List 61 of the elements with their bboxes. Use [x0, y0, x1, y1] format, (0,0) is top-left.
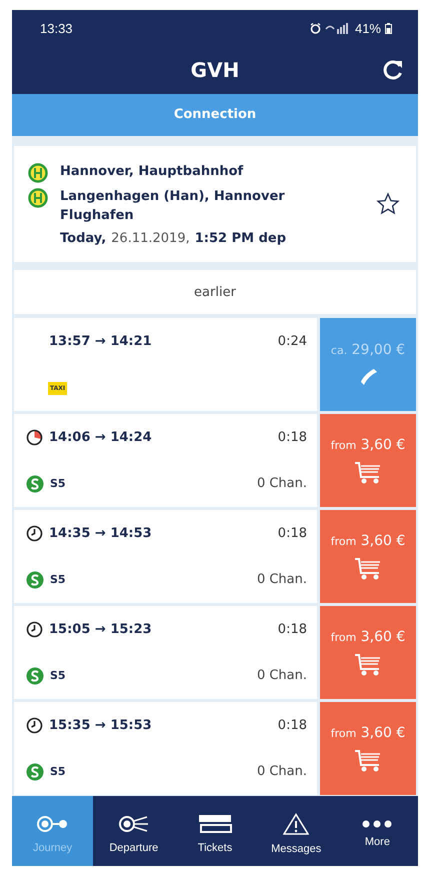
- pie-clock-icon: [26, 428, 43, 446]
- s-bahn-icon: [26, 570, 44, 588]
- bus-stop-icon: [28, 188, 48, 208]
- more-icon: [362, 820, 392, 828]
- line-number: S5: [50, 765, 66, 778]
- duration: 0:18: [278, 430, 307, 444]
- changes-count: 0 Chan.: [256, 764, 307, 779]
- line-number: S5: [50, 477, 66, 490]
- destination-stop: Langenhagen (Han), Hannover Flughafen: [60, 188, 286, 225]
- battery-percent: 41%: [354, 20, 381, 36]
- departure-arrival-time: 15:05 → 15:23: [49, 622, 152, 636]
- departure-icon: [116, 814, 151, 834]
- journey-icon: [36, 814, 70, 834]
- nav-tab[interactable]: More: [336, 796, 418, 866]
- clock-icon: [26, 716, 43, 734]
- star-icon[interactable]: [376, 192, 400, 216]
- bus-stop-icon: [28, 163, 48, 183]
- search-card[interactable]: Hannover, Hauptbahnhof Langenhagen (Han), Hannover Flughafen Today, 26.11.2019, 1:52 PM dep: [14, 146, 416, 262]
- clock-icon: [26, 524, 43, 542]
- line-number: S5: [50, 573, 66, 586]
- cart-icon: [353, 652, 383, 676]
- date-label: 26.11.2019,: [111, 231, 190, 246]
- departure-arrival-time: 15:35 → 15:53: [49, 718, 152, 732]
- day-label: Today,: [60, 231, 106, 246]
- nav-tab[interactable]: Departure: [93, 796, 174, 866]
- ticket-icon: [198, 814, 232, 834]
- departure-arrival-time: 14:35 → 14:53: [49, 526, 152, 540]
- departure-arrival-time: 13:57 → 14:21: [49, 334, 152, 350]
- s-bahn-icon: [26, 666, 44, 684]
- battery-icon: [385, 22, 392, 34]
- s-bahn-icon: [26, 762, 44, 780]
- connection-row[interactable]: 14:35 → 14:53 0:18 S5 0 Chan.: [14, 510, 317, 603]
- line-number: S5: [50, 669, 66, 682]
- s-bahn-icon: [26, 474, 44, 492]
- origin-stop: Hannover, Hauptbahnhof: [60, 163, 244, 181]
- connection-row[interactable]: 15:35 → 15:53 0:18 S5 0 Chan.: [14, 702, 317, 795]
- changes-count: 0 Chan.: [256, 476, 307, 491]
- changes-count: 0 Chan.: [256, 668, 307, 683]
- earlier-button[interactable]: earlier: [14, 270, 416, 314]
- signal-icon: [324, 22, 351, 34]
- duration: 0:18: [278, 526, 307, 540]
- cart-icon: [353, 460, 383, 484]
- departure-arrival-time: 14:06 → 14:24: [49, 430, 152, 444]
- connection-row[interactable]: 15:05 → 15:23 0:18 S5 0 Chan.: [14, 606, 317, 699]
- time-label: 1:52 PM dep: [194, 231, 286, 246]
- warning-icon: [283, 813, 310, 835]
- clock-icon: [26, 620, 43, 638]
- nav-tab[interactable]: Tickets: [174, 796, 256, 866]
- connection-row[interactable]: 14:06 → 14:24 0:18 S5 0 Chan.: [14, 414, 317, 507]
- cart-icon: [353, 556, 383, 580]
- duration: 0:18: [278, 718, 307, 732]
- refresh-icon[interactable]: [382, 59, 404, 81]
- nav-tab[interactable]: Messages: [256, 796, 337, 866]
- cart-icon: [353, 748, 383, 772]
- app-title: GVH: [190, 58, 240, 82]
- duration: 0:18: [278, 622, 307, 636]
- section-header: Connection: [12, 94, 418, 136]
- duration: 0:24: [278, 334, 307, 350]
- changes-count: 0 Chan.: [256, 572, 307, 587]
- status-time: 13:33: [40, 20, 73, 36]
- alarm-icon: [310, 22, 321, 34]
